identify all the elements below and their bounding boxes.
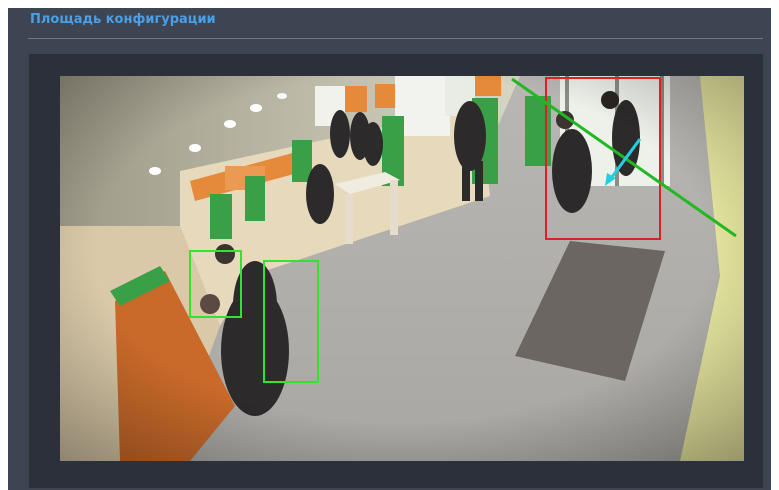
video-frame [29,54,763,488]
camera-video-feed[interactable] [60,76,744,461]
lens-vignette [60,76,744,461]
title-divider [28,38,763,39]
configuration-area-panel: Площадь конфигурации [8,8,771,490]
camera-scene [60,76,744,461]
panel-title: Площадь конфигурации [30,12,216,27]
